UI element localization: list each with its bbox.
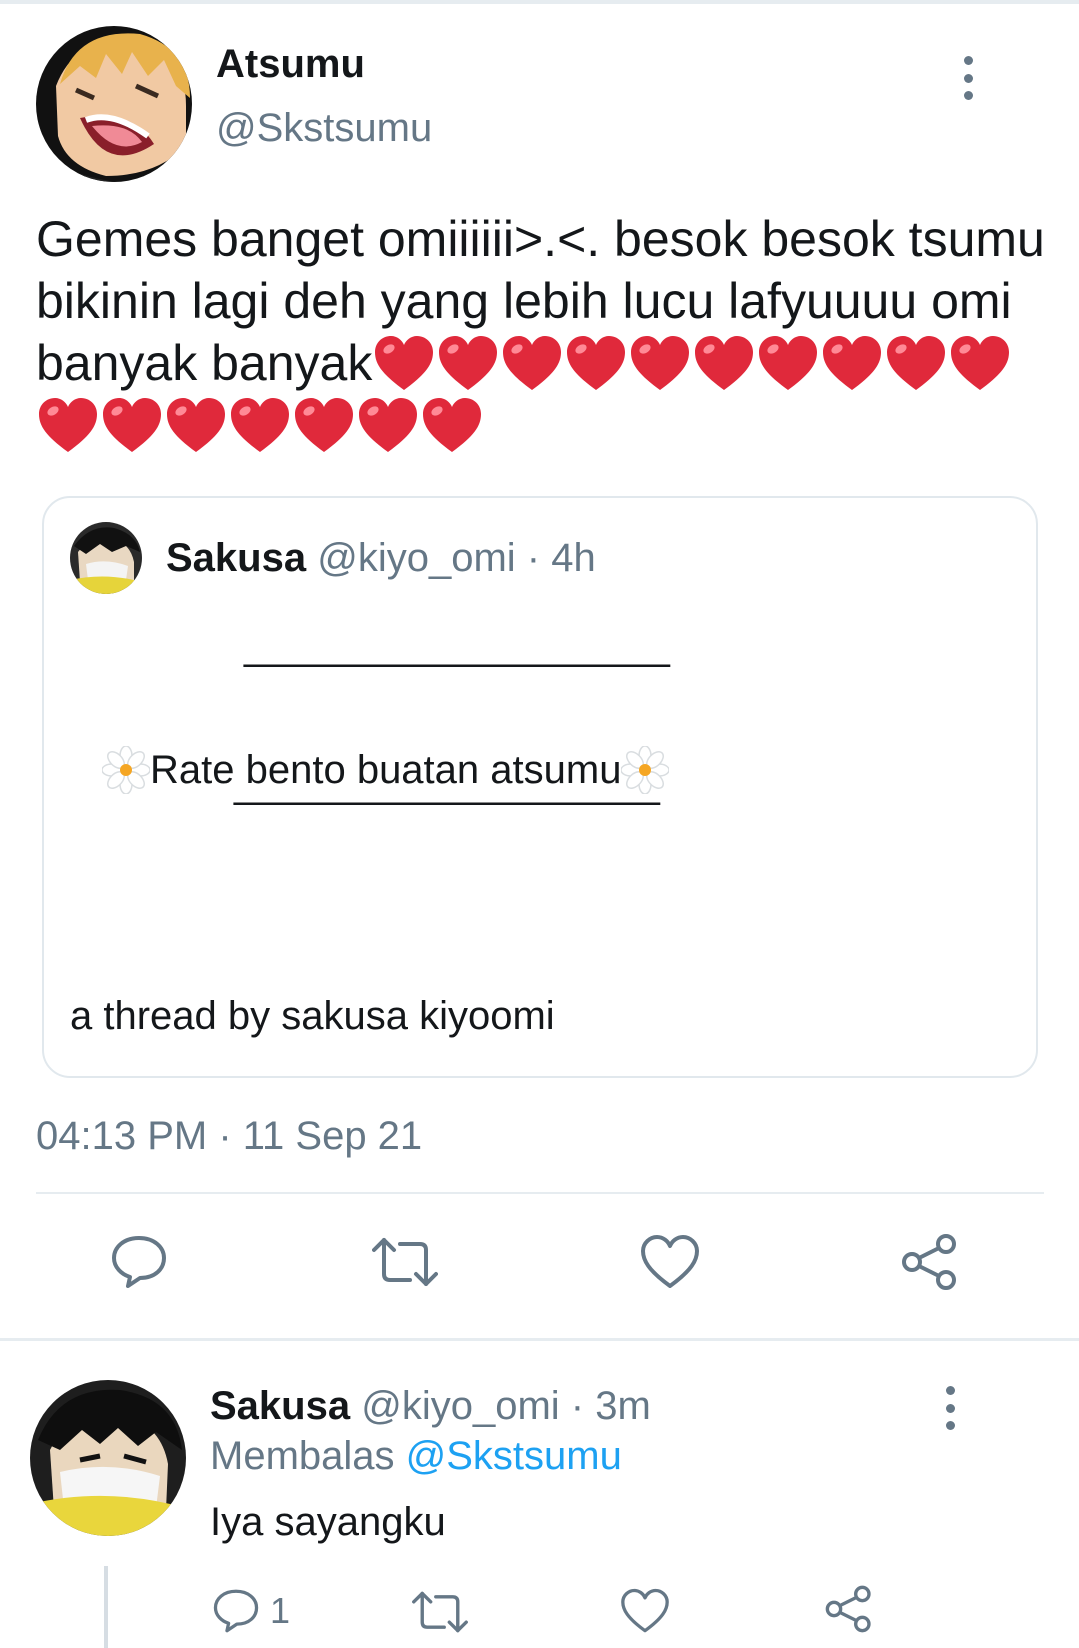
like-icon [641, 1235, 699, 1288]
reply-button[interactable] [110, 1234, 168, 1290]
share-button[interactable] [900, 1232, 960, 1292]
replying-label: Membalas [210, 1434, 395, 1478]
reply-name[interactable]: Sakusa [210, 1384, 350, 1428]
heart-emoji-icon [423, 398, 481, 452]
reply-icon [213, 1589, 259, 1633]
reply-reply-button[interactable]: 1 [212, 1588, 290, 1634]
quoted-tweet[interactable]: Sakusa @kiyo_omi · 4h __________________… [42, 496, 1038, 1078]
like-button[interactable] [640, 1234, 700, 1290]
heart-emoji-icon [167, 398, 225, 452]
heart-emoji-icon [503, 336, 562, 390]
retweet-button[interactable] [372, 1236, 438, 1288]
thread-connector [104, 1566, 108, 1648]
heart-emoji-icon [695, 336, 754, 390]
quoted-handle[interactable]: @kiyo_omi [317, 536, 515, 580]
reply-count: 1 [270, 1590, 291, 1631]
reply-retweet-button[interactable] [412, 1590, 468, 1634]
heart-emoji-icon [439, 336, 498, 390]
reply-header: Sakusa @kiyo_omi · 3m [210, 1384, 651, 1429]
more-options-icon[interactable] [958, 56, 978, 100]
author-name[interactable]: Atsumu [216, 42, 365, 87]
reply-share-button[interactable] [824, 1584, 874, 1634]
heart-emoji-icon [295, 398, 353, 452]
retweet-icon [412, 1591, 468, 1633]
actions-divider [36, 1192, 1044, 1194]
heart-emoji-icon [103, 398, 161, 452]
replying-to: Membalas @Skstsumu [210, 1434, 622, 1479]
replying-mention[interactable]: @Skstsumu [406, 1434, 622, 1478]
tweet-text: Gemes banget omiiiiii>.<. besok besok ts… [36, 208, 1046, 456]
heart-emoji-icon [567, 336, 626, 390]
reply-icon [112, 1236, 166, 1288]
reply-like-button[interactable] [620, 1588, 670, 1634]
reply-avatar[interactable] [30, 1380, 186, 1536]
reply-handle[interactable]: @kiyo_omi [361, 1384, 559, 1428]
top-divider [0, 0, 1079, 4]
quoted-header: Sakusa @kiyo_omi · 4h [166, 536, 596, 581]
heart-emoji-icon [887, 336, 946, 390]
quoted-thread-text: a thread by sakusa kiyoomi [70, 994, 555, 1038]
share-icon [825, 1585, 871, 1633]
tweet-separator [0, 1338, 1079, 1341]
like-icon [621, 1588, 669, 1633]
quoted-avatar[interactable] [70, 522, 142, 594]
quoted-underline-top: ____________________ [244, 624, 670, 668]
heart-emoji-icon [375, 336, 434, 390]
heart-emoji-icon [231, 398, 289, 452]
author-avatar[interactable] [36, 26, 192, 182]
quoted-name[interactable]: Sakusa [166, 536, 306, 580]
daisy-icon [102, 746, 150, 794]
heart-emoji-icon [39, 398, 97, 452]
tweet-timestamp: 04:13 PM · 11 Sep 21 [36, 1114, 423, 1158]
retweet-icon [372, 1238, 438, 1286]
author-handle[interactable]: @Skstsumu [216, 106, 432, 151]
heart-emoji-icon [951, 336, 1010, 390]
reply-text: Iya sayangku [210, 1500, 446, 1544]
share-icon [902, 1234, 956, 1290]
quoted-underline-bottom: ____________________ [234, 762, 660, 806]
reply-more-options-icon[interactable] [940, 1386, 960, 1430]
quoted-time: · 4h [526, 536, 596, 580]
heart-emoji-icon [631, 336, 690, 390]
heart-emoji-icon [759, 336, 818, 390]
reply-time: · 3m [570, 1384, 651, 1428]
heart-emoji-icon [823, 336, 882, 390]
heart-emoji-icon [359, 398, 417, 452]
